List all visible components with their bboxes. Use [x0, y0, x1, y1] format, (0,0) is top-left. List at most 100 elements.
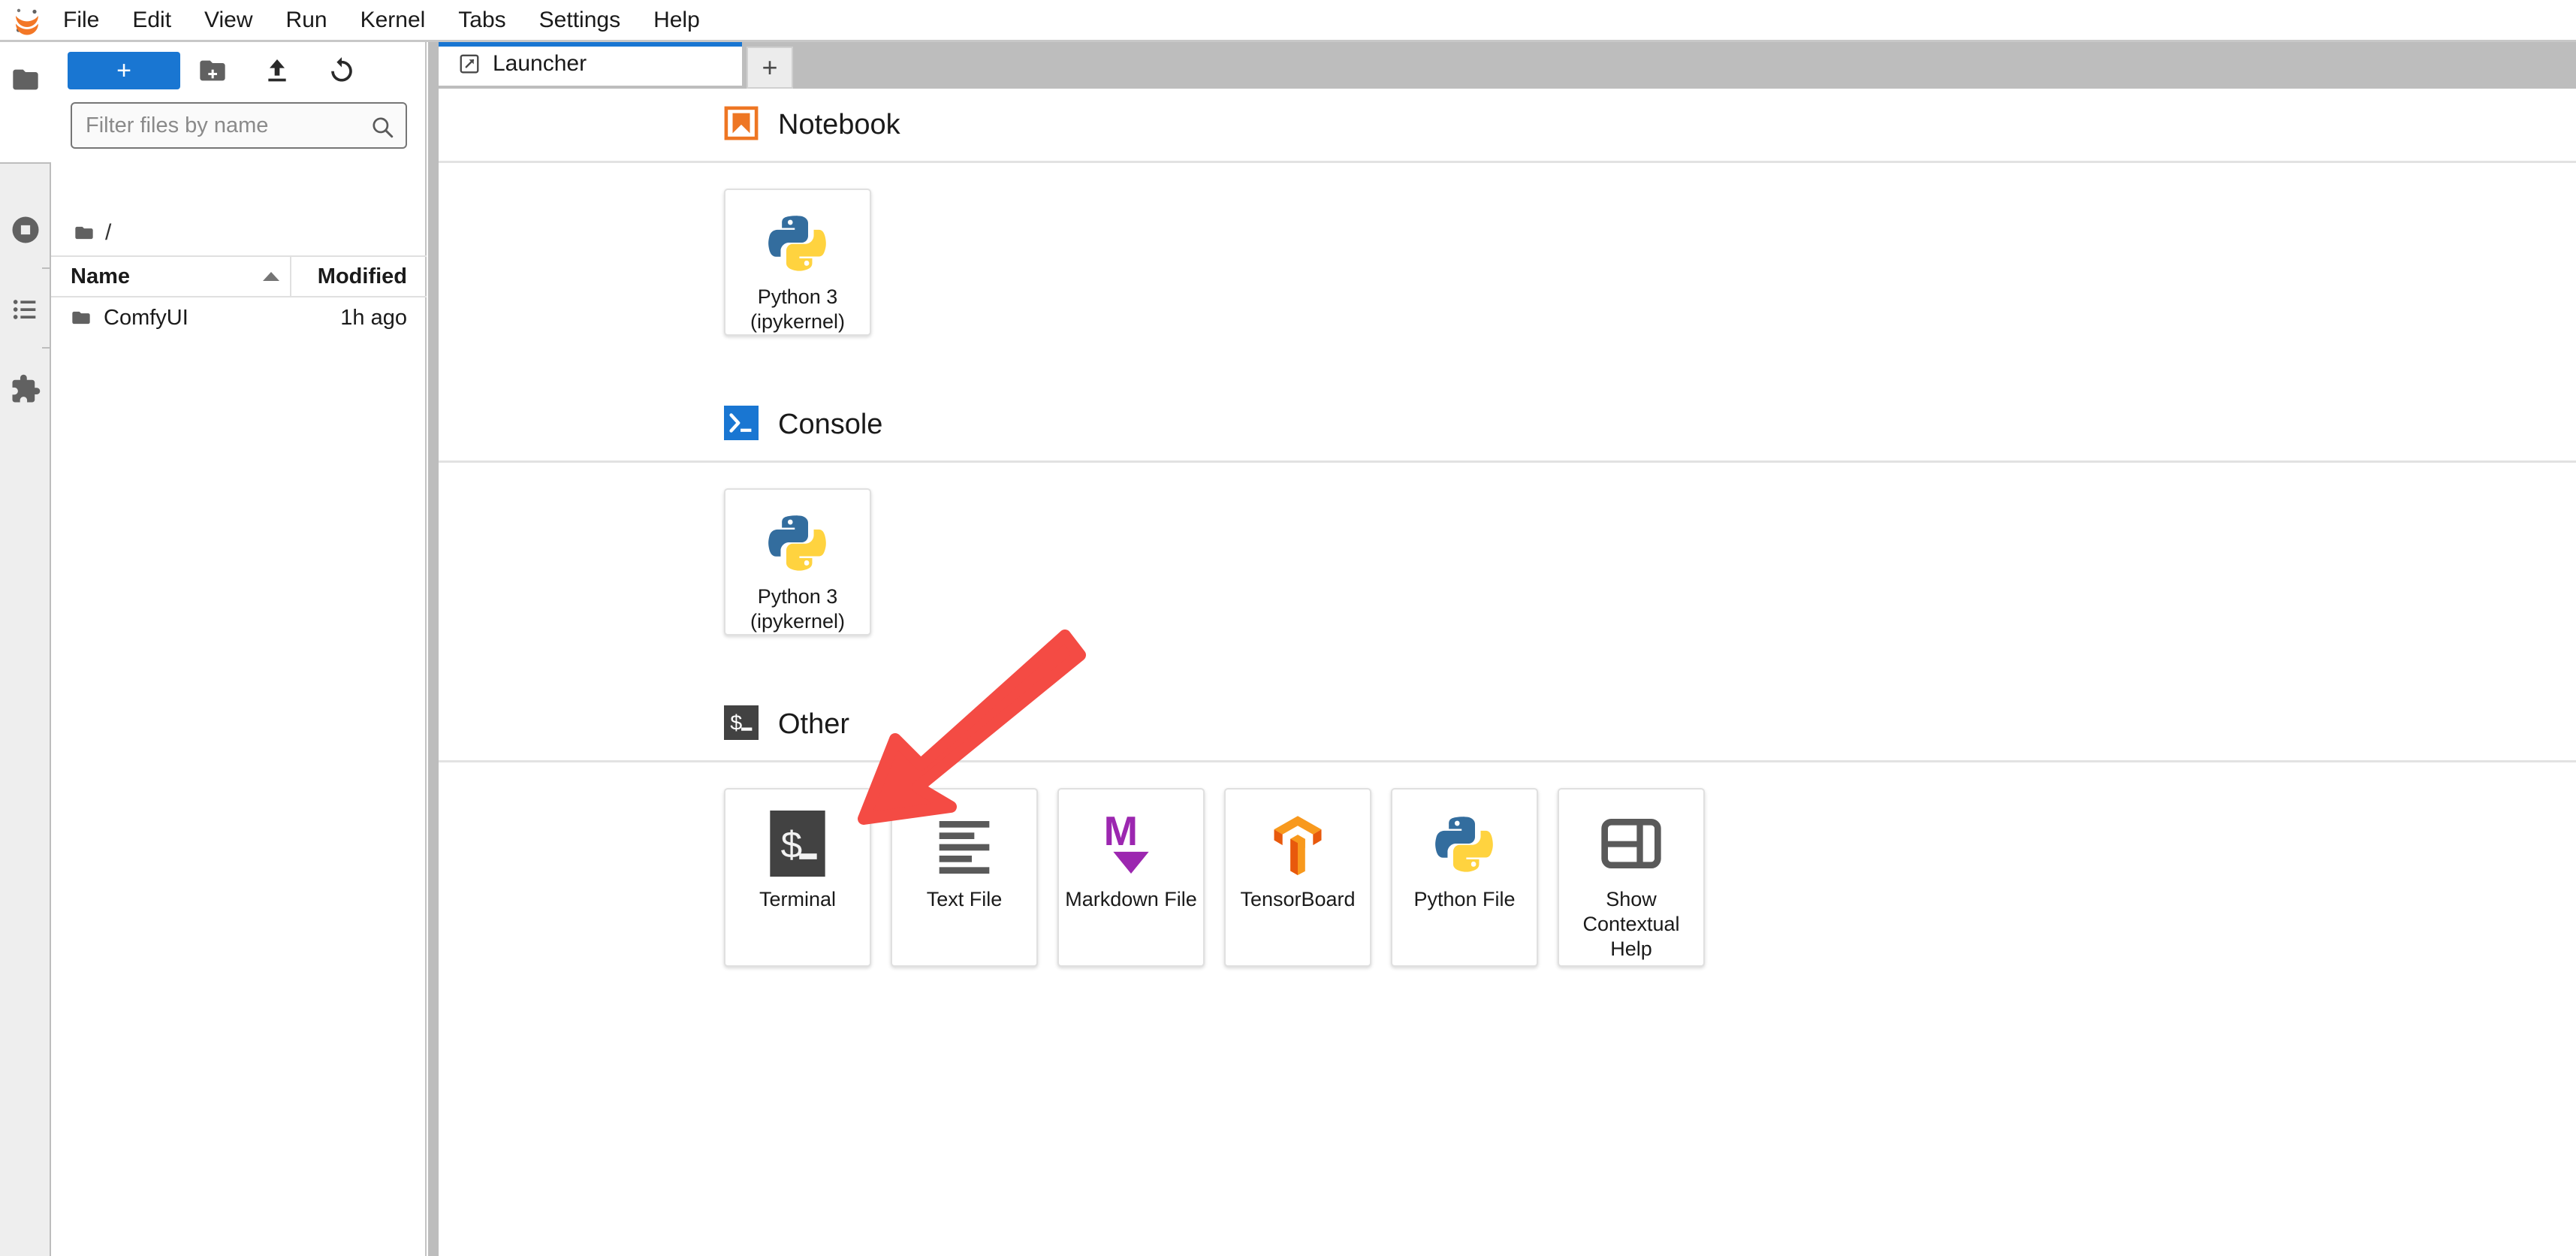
python-icon: [1430, 809, 1499, 878]
section-header-other: $ Other: [439, 688, 2576, 760]
other-card-row: $ Terminal Text File M Markdown File Ten…: [439, 762, 2576, 967]
refresh-icon: [331, 57, 352, 82]
upload-files-button[interactable]: [245, 50, 309, 92]
tab-launcher-label: Launcher: [493, 51, 587, 76]
launcher-card-terminal[interactable]: $ Terminal: [724, 788, 871, 967]
file-browser-panel: + Filter files by name / Name Modified C…: [51, 42, 427, 1256]
column-header-modified[interactable]: Modified: [291, 257, 427, 296]
breadcrumb-path: /: [105, 220, 112, 245]
notebook-card-row: Python 3 (ipykernel): [439, 163, 2576, 336]
markdown-icon: M: [1096, 809, 1166, 878]
launcher-card-markdown-file[interactable]: M Markdown File: [1057, 788, 1205, 967]
section-title-other: Other: [778, 708, 850, 740]
list-icon: [13, 300, 36, 319]
activity-bar-divider-2: [42, 347, 51, 349]
launcher-card-notebook-python3[interactable]: Python 3 (ipykernel): [724, 189, 871, 336]
folder-icon: [13, 69, 38, 90]
launcher-card-label: Terminal: [759, 888, 837, 910]
menu-run[interactable]: Run: [270, 2, 344, 38]
tensorboard-icon: [1263, 809, 1332, 878]
search-icon: [370, 114, 395, 143]
menu-tabs[interactable]: Tabs: [442, 2, 522, 38]
activity-bar: [0, 42, 51, 1256]
launcher-panel: Notebook Python 3 (ipykernel) Console Py…: [439, 89, 2576, 1256]
text-file-icon: [930, 809, 999, 878]
tab-launcher[interactable]: Launcher: [439, 42, 742, 86]
dock-area: Launcher + Notebook Python 3 (ipykernel)…: [428, 42, 2576, 1256]
section-title-console: Console: [778, 408, 883, 440]
launcher-card-text-file[interactable]: Text File: [891, 788, 1038, 967]
column-header-name[interactable]: Name: [51, 257, 291, 296]
column-header-modified-label: Modified: [317, 264, 407, 288]
notebook-bookmark-icon: [724, 106, 759, 144]
jupyter-logo-icon: [0, 0, 47, 41]
launcher-card-label: Markdown File: [1065, 888, 1197, 910]
launcher-content: Notebook Python 3 (ipykernel) Console Py…: [439, 89, 2576, 1256]
column-header-name-label: Name: [71, 264, 130, 288]
new-folder-button[interactable]: [180, 50, 245, 92]
new-launcher-button[interactable]: +: [68, 52, 180, 89]
section-header-console: Console: [439, 388, 2576, 460]
launcher-card-label: Text File: [926, 888, 1003, 910]
terminal-icon: $: [763, 809, 832, 878]
tab-bar: Launcher +: [428, 42, 2576, 89]
launcher-card-python-file[interactable]: Python File: [1391, 788, 1538, 967]
terminal-icon: $: [724, 705, 759, 744]
launcher-card-label: Python File: [1413, 888, 1516, 910]
section-title-notebook: Notebook: [778, 108, 900, 140]
sidebar-item-table-of-contents[interactable]: [0, 272, 51, 347]
file-list-header: Name Modified: [51, 255, 427, 297]
launcher-section-console: Console Python 3 (ipykernel): [439, 388, 2576, 636]
folder-icon: [75, 226, 93, 240]
sidebar-item-running-sessions[interactable]: [0, 192, 51, 267]
launcher-card-label: Show Contextual Help: [1582, 888, 1680, 960]
file-row-modified: 1h ago: [340, 305, 407, 330]
python-icon: [763, 210, 832, 276]
upload-icon: [268, 59, 286, 82]
sidebar-item-file-browser[interactable]: [0, 42, 51, 117]
menubar: File Edit View Run Kernel Tabs Settings …: [0, 0, 2576, 42]
console-card-row: Python 3 (ipykernel): [439, 463, 2576, 636]
file-row-name: ComfyUI: [104, 305, 189, 330]
folder-icon: [72, 311, 90, 325]
launcher-section-notebook: Notebook Python 3 (ipykernel): [439, 89, 2576, 336]
launcher-card-tensorboard[interactable]: TensorBoard: [1224, 788, 1371, 967]
svg-text:$: $: [780, 826, 804, 869]
breadcrumb[interactable]: /: [51, 213, 427, 252]
svg-text:$: $: [730, 711, 743, 736]
search-input[interactable]: [72, 104, 406, 147]
python-icon: [763, 509, 832, 575]
menu-file[interactable]: File: [47, 2, 116, 38]
new-folder-icon: [200, 60, 225, 81]
launcher-card-console-python3[interactable]: Python 3 (ipykernel): [724, 488, 871, 636]
launcher-card-contextual-help[interactable]: Show Contextual Help: [1558, 788, 1705, 967]
file-filter-container: [51, 102, 427, 159]
section-header-notebook: Notebook: [439, 89, 2576, 161]
menu-kernel[interactable]: Kernel: [344, 2, 442, 38]
launcher-card-label: Python 3 (ipykernel): [750, 585, 846, 633]
svg-text:M: M: [1104, 811, 1138, 854]
launcher-card-label: Python 3 (ipykernel): [750, 285, 846, 334]
menu-edit[interactable]: Edit: [116, 2, 188, 38]
activity-bar-divider-1: [42, 267, 51, 269]
add-tab-button[interactable]: +: [747, 47, 793, 89]
stop-circle-icon: [12, 216, 39, 243]
menu-help[interactable]: Help: [637, 2, 716, 38]
table-row[interactable]: ComfyUI 1h ago: [51, 297, 427, 338]
launcher-icon: [460, 54, 479, 74]
launcher-card-label: TensorBoard: [1240, 888, 1356, 910]
sort-ascending-icon: [263, 272, 279, 281]
refresh-file-list-button[interactable]: [309, 50, 374, 92]
menubar-items: File Edit View Run Kernel Tabs Settings …: [47, 2, 716, 38]
launcher-section-other: $ Other $ Terminal Text File M Markdown …: [439, 688, 2576, 967]
file-row-name-cell: ComfyUI: [51, 306, 291, 331]
file-filter-box[interactable]: [71, 102, 407, 149]
menu-settings[interactable]: Settings: [523, 2, 637, 38]
menu-view[interactable]: View: [188, 2, 269, 38]
sidebar-item-extension-manager[interactable]: [0, 352, 51, 427]
console-icon: [724, 405, 759, 444]
file-browser-toolbar: +: [51, 42, 427, 99]
contextual-help-icon: [1597, 809, 1666, 878]
jupyterlab-window: File Edit View Run Kernel Tabs Settings …: [0, 0, 2576, 1256]
puzzle-icon: [12, 374, 41, 403]
